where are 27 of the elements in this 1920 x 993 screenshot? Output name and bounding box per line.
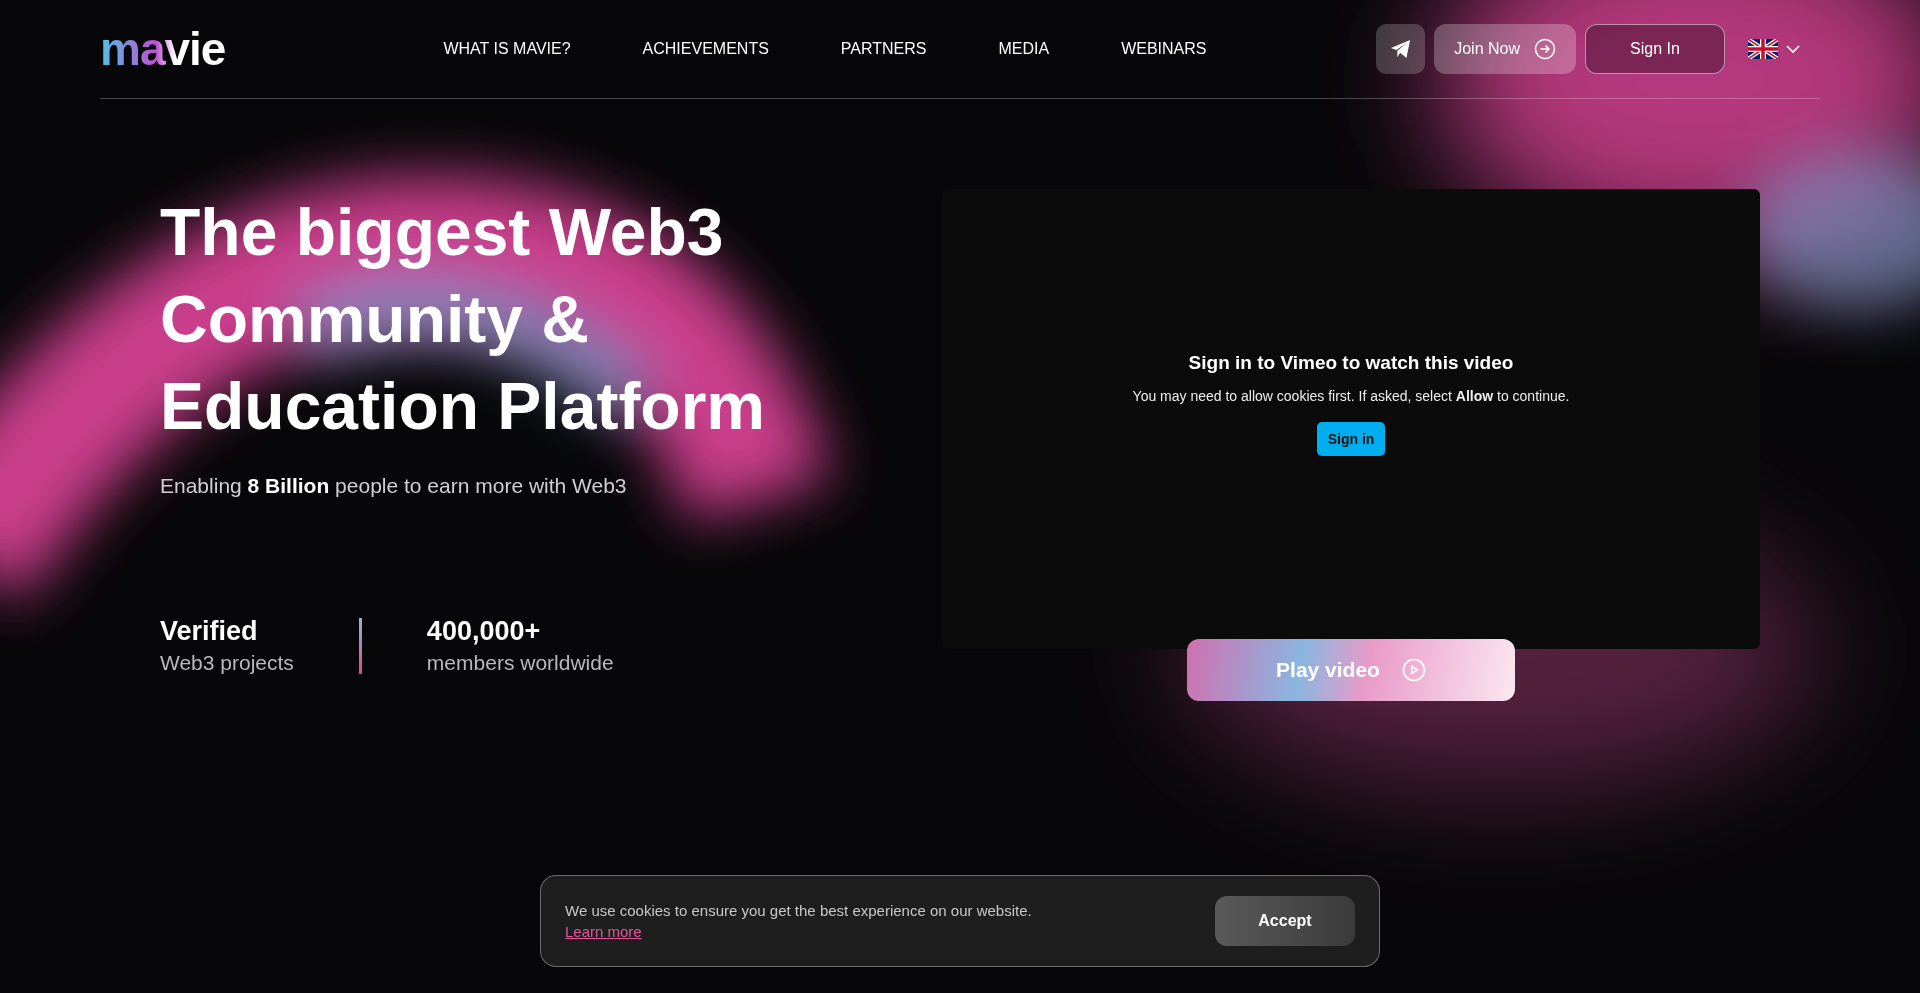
stat-label: members worldwide (426, 651, 614, 675)
video-message-heading: Sign in to Vimeo to watch this video (1188, 352, 1514, 374)
flag-icon (1748, 39, 1778, 59)
vimeo-sign-in-button[interactable]: Sign in (1316, 422, 1386, 456)
nav-link[interactable]: PARTNERS (840, 40, 927, 58)
stat-divider (358, 617, 362, 674)
play-circle-icon (1401, 658, 1426, 682)
nav-link[interactable]: WEBINARS (1121, 40, 1207, 58)
hero-subtitle: Enabling 8 Billion people to earn more with Web3 (160, 474, 628, 498)
stat-value: 400,000+ (426, 616, 542, 647)
paper-plane-icon (1389, 39, 1412, 59)
stat-value: Verified (160, 616, 259, 647)
hero-title: The biggest Web3 Community & Education Platform (160, 194, 767, 445)
arrow-circle-icon (1534, 38, 1556, 60)
learn-more-link[interactable]: Learn more (565, 923, 642, 940)
nav-link[interactable]: WHAT IS MAVIE? (443, 40, 571, 58)
chevron-down-icon (1786, 44, 1800, 54)
join-now-button[interactable]: Join Now (1434, 24, 1576, 74)
sign-in-button[interactable]: Sign In (1585, 24, 1725, 74)
cookie-message: We use cookies to ensure you get the best experience on our website. (565, 902, 1032, 919)
stat-label: Web3 projects (160, 651, 294, 675)
telegram-button[interactable] (1376, 24, 1426, 74)
nav-link[interactable]: ACHIEVEMENTS (642, 40, 769, 58)
language-selector[interactable] (1748, 39, 1800, 59)
video-message: You may need to allow cookies first. If asked, select Allow to continue. (1132, 388, 1570, 404)
nav-link[interactable]: MEDIA (998, 40, 1050, 58)
accept-button[interactable]: Accept (1215, 896, 1355, 946)
